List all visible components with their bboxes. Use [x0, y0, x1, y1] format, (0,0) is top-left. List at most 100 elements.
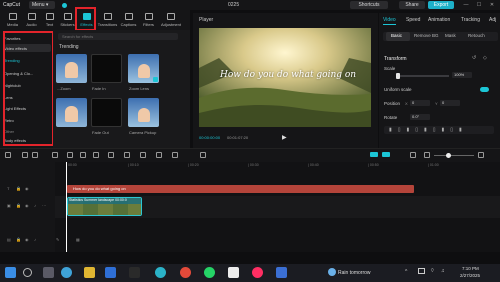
rotate-icon[interactable]: [156, 152, 162, 158]
app-icon[interactable]: [252, 267, 263, 278]
split-left-icon[interactable]: [67, 152, 73, 158]
tab-tracking[interactable]: Tracking: [461, 17, 480, 23]
reset-icon[interactable]: ↺: [472, 55, 476, 61]
tab-speed[interactable]: Speed: [406, 17, 420, 23]
tab-video[interactable]: Video: [383, 17, 396, 23]
effect-thumb-camera-pickup[interactable]: [128, 98, 159, 127]
mirror-icon[interactable]: [140, 152, 146, 158]
split-right-icon[interactable]: [80, 152, 86, 158]
scale-slider-handle[interactable]: [396, 73, 400, 79]
play-button[interactable]: ▶: [282, 134, 287, 141]
tab-animation[interactable]: Animation: [428, 17, 450, 23]
playhead[interactable]: [66, 162, 67, 252]
search-input[interactable]: [58, 33, 178, 40]
cover-icon[interactable]: ▦: [76, 237, 80, 242]
tab-audio[interactable]: Audio: [23, 10, 40, 30]
undo-icon[interactable]: [22, 152, 28, 158]
lock-icon[interactable]: 🔒: [16, 203, 21, 208]
align-icons[interactable]: ▮▯▮▯▮▯▮▯▮: [389, 127, 468, 133]
x-axis-label: X: [405, 101, 408, 106]
minimize-button[interactable]: —: [460, 1, 472, 9]
section-title: Trending: [59, 44, 79, 50]
wifi-icon[interactable]: ⌔: [430, 268, 435, 274]
maximize-button[interactable]: ☐: [473, 1, 485, 9]
zoom-out-icon[interactable]: [424, 152, 430, 158]
tray-chevron-icon[interactable]: ^: [405, 269, 407, 275]
delete-icon[interactable]: [93, 152, 99, 158]
uniform-scale-toggle[interactable]: [480, 87, 489, 92]
audio-icon[interactable]: ♪: [34, 237, 36, 242]
speed-icon[interactable]: [200, 152, 206, 158]
subtab-basic[interactable]: Basic: [391, 33, 402, 38]
file-explorer-icon[interactable]: [84, 267, 95, 278]
scale-slider[interactable]: [397, 75, 449, 77]
text-clip[interactable]: How do you do what going on: [67, 185, 414, 193]
menu-button[interactable]: Menu ▾: [29, 1, 55, 9]
close-button[interactable]: ✕: [486, 1, 498, 9]
zoom-in-icon[interactable]: [478, 152, 484, 158]
widgets-icon[interactable]: [61, 267, 72, 278]
split-icon[interactable]: [52, 152, 58, 158]
freeze-icon[interactable]: [108, 152, 114, 158]
tab-stickers[interactable]: Stickers: [59, 10, 76, 30]
visibility-icon[interactable]: ◉: [25, 237, 29, 242]
zoom-slider-handle[interactable]: [446, 153, 451, 158]
position-y-field[interactable]: 0: [440, 100, 460, 106]
volume-icon[interactable]: ♫: [441, 268, 445, 274]
link-icon[interactable]: [382, 152, 390, 157]
tab-text[interactable]: Text: [41, 10, 58, 30]
edit-icon[interactable]: ✎: [56, 237, 59, 242]
preview-axis-icon[interactable]: [410, 152, 416, 158]
more-icon[interactable]: ⋯: [42, 203, 46, 208]
capcut-icon[interactable]: [228, 267, 239, 278]
video-caption-text: How do you do what going on: [220, 70, 357, 80]
subtab-mask[interactable]: Mask: [445, 33, 456, 38]
magnet-icon[interactable]: [370, 152, 378, 157]
select-tool-icon[interactable]: [5, 152, 11, 158]
whatsapp-icon[interactable]: [204, 267, 215, 278]
tab-transitions[interactable]: Transitions: [97, 10, 118, 30]
lock-icon[interactable]: 🔒: [16, 237, 21, 242]
rotate-field[interactable]: 0.0°: [410, 114, 430, 120]
app-icon[interactable]: [276, 267, 287, 278]
scale-value[interactable]: 100%: [452, 72, 472, 78]
subtab-remove-bg[interactable]: Remove BG: [414, 33, 439, 38]
position-x-field[interactable]: 0: [410, 100, 430, 106]
battery-icon[interactable]: [418, 268, 425, 274]
visibility-icon[interactable]: ◉: [25, 186, 29, 191]
redo-icon[interactable]: [32, 152, 38, 158]
weather-text[interactable]: Rain tomorrow: [338, 270, 371, 276]
word-icon[interactable]: [105, 267, 116, 278]
clock-time[interactable]: 7:10 PM: [462, 266, 479, 271]
reverse-icon[interactable]: [124, 152, 130, 158]
store-icon[interactable]: [129, 267, 140, 278]
edge-icon[interactable]: [155, 267, 166, 278]
export-button[interactable]: Export: [428, 1, 454, 9]
tab-captions[interactable]: Captions: [120, 10, 137, 30]
audio-icon[interactable]: ♪: [34, 203, 36, 208]
effect-thumb-zoom[interactable]: [56, 54, 87, 83]
zoom-slider[interactable]: [434, 155, 474, 156]
search-icon[interactable]: [23, 268, 32, 277]
shortcuts-button[interactable]: Shortcuts: [350, 1, 388, 9]
visibility-icon[interactable]: ◉: [25, 203, 29, 208]
keyframe-icon[interactable]: ◇: [483, 55, 487, 61]
clock-date[interactable]: 2/27/2025: [460, 273, 480, 278]
tab-media[interactable]: Media: [4, 10, 21, 30]
share-button[interactable]: Share: [399, 1, 425, 9]
task-view-icon[interactable]: [43, 267, 54, 278]
lock-icon[interactable]: 🔒: [16, 186, 21, 191]
effect-thumb[interactable]: [56, 98, 87, 127]
effect-thumb-fade-in[interactable]: [91, 54, 122, 83]
crop-icon[interactable]: [172, 152, 178, 158]
tab-adjustment[interactable]: Adjustment: [159, 10, 183, 30]
tab-filters[interactable]: Filters: [140, 10, 157, 30]
subtab-retouch[interactable]: Retouch: [468, 33, 485, 38]
chrome-icon[interactable]: [180, 267, 191, 278]
effect-label: Fade In: [92, 86, 106, 91]
tab-label: Media: [7, 22, 18, 27]
windows-start-icon[interactable]: [5, 267, 16, 278]
add-icon[interactable]: [153, 77, 158, 82]
tab-adjust[interactable]: Adj: [489, 17, 496, 23]
effect-thumb-fade-out[interactable]: [91, 98, 122, 127]
